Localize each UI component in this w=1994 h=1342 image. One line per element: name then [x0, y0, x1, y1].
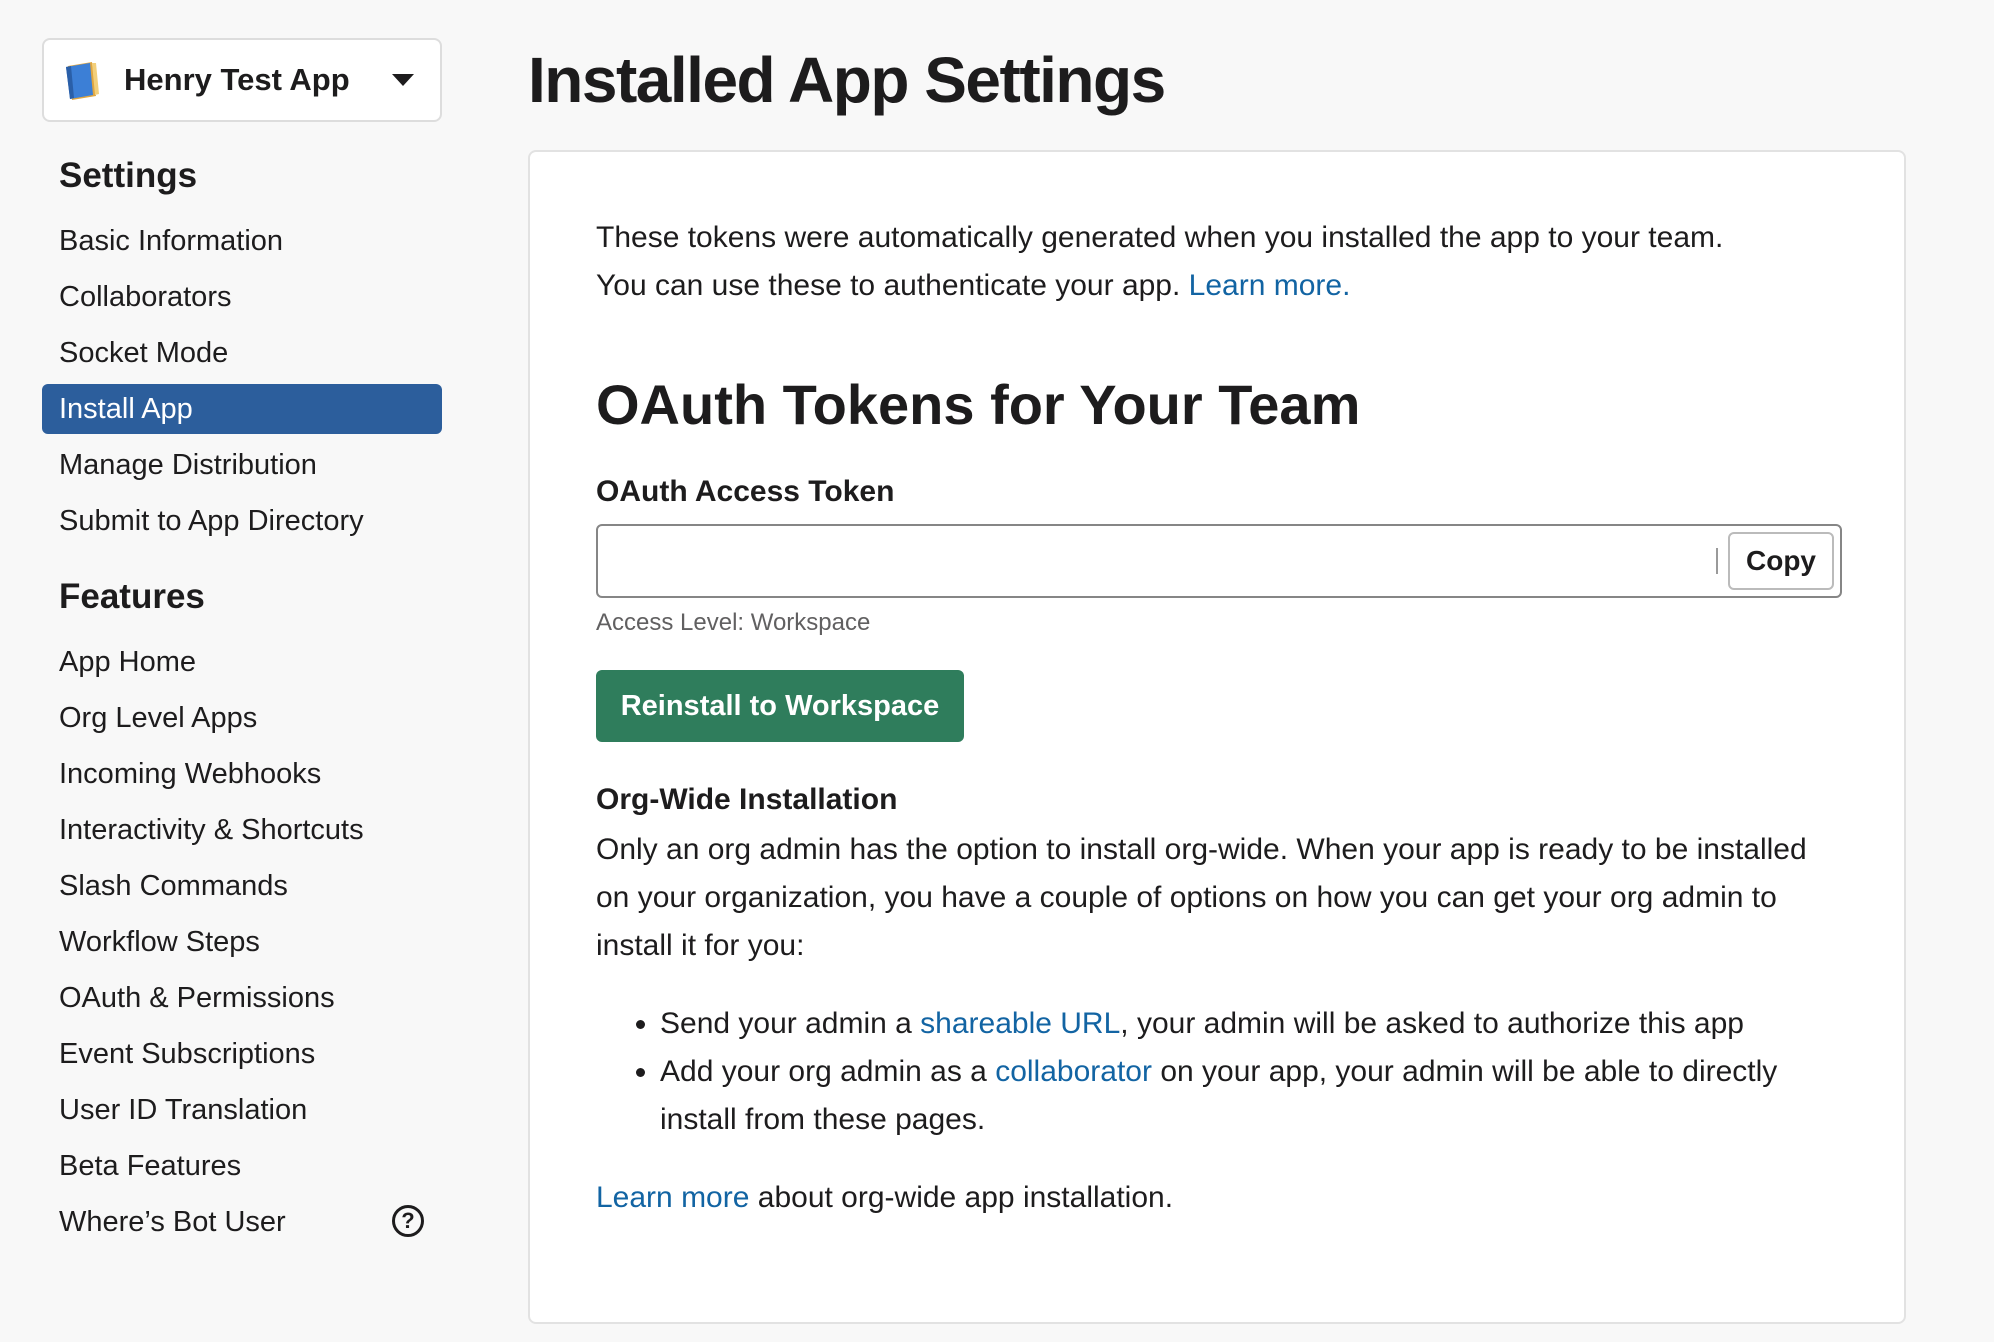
- org-wide-installation-heading: Org-Wide Installation: [596, 783, 898, 816]
- org-wide-learn-more-link[interactable]: Learn more: [596, 1181, 749, 1214]
- sidebar: Henry Test App Settings Basic Informatio…: [42, 38, 442, 1253]
- bullet-2-text-start: Add your org admin as a: [660, 1055, 987, 1088]
- sidebar-item-beta-features[interactable]: Beta Features: [42, 1141, 442, 1191]
- sidebar-item-basic-information[interactable]: Basic Information: [42, 216, 442, 266]
- app-name: Henry Test App: [124, 62, 350, 97]
- sidebar-item-incoming-webhooks[interactable]: Incoming Webhooks: [42, 749, 442, 799]
- org-wide-learn-more-suffix: about org-wide app installation.: [757, 1181, 1174, 1214]
- bullet-1-text-start: Send your admin a: [660, 1007, 912, 1040]
- app-switcher-dropdown[interactable]: Henry Test App: [42, 38, 442, 122]
- collaborator-link[interactable]: collaborator: [995, 1055, 1152, 1088]
- reinstall-to-workspace-button[interactable]: Reinstall to Workspace: [596, 670, 964, 742]
- sidebar-item-workflow-steps[interactable]: Workflow Steps: [42, 917, 442, 967]
- sidebar-item-wheres-bot-user[interactable]: Where’s Bot User ?: [42, 1197, 442, 1247]
- sidebar-item-manage-distribution[interactable]: Manage Distribution: [42, 440, 442, 490]
- learn-more-link[interactable]: Learn more.: [1189, 269, 1351, 302]
- sidebar-item-app-home[interactable]: App Home: [42, 637, 442, 687]
- oauth-access-token-label: OAuth Access Token: [596, 475, 895, 508]
- help-circle-icon[interactable]: ?: [392, 1205, 424, 1237]
- sidebar-item-install-app[interactable]: Install App: [42, 384, 442, 434]
- features-nav-list: App Home Org Level Apps Incoming Webhook…: [42, 637, 442, 1247]
- intro-text: These tokens were automatically generate…: [596, 214, 1840, 310]
- oauth-token-field: Copy: [596, 524, 1842, 598]
- chevron-down-icon: [392, 74, 414, 86]
- sidebar-item-slash-commands[interactable]: Slash Commands: [42, 861, 442, 911]
- org-wide-learn-more-text: Learn more about org-wide app installati…: [596, 1174, 1840, 1222]
- sidebar-item-socket-mode[interactable]: Socket Mode: [42, 328, 442, 378]
- oauth-token-input[interactable]: [598, 526, 1728, 596]
- settings-nav-list: Basic Information Collaborators Socket M…: [42, 216, 442, 546]
- oauth-tokens-heading: OAuth Tokens for Your Team: [596, 373, 1361, 436]
- list-item: Send your admin a shareable URL, your ad…: [660, 1000, 1840, 1048]
- org-wide-installation-description: Only an org admin has the option to inst…: [596, 833, 1807, 962]
- intro-line-1: These tokens were automatically generate…: [596, 221, 1724, 254]
- sidebar-item-interactivity-shortcuts[interactable]: Interactivity & Shortcuts: [42, 805, 442, 855]
- sidebar-item-user-id-translation[interactable]: User ID Translation: [42, 1085, 442, 1135]
- copy-token-button[interactable]: Copy: [1728, 532, 1834, 590]
- page-title: Installed App Settings: [528, 44, 1166, 116]
- book-icon: [66, 62, 99, 100]
- intro-line-2: You can use these to authenticate your a…: [596, 269, 1181, 302]
- sidebar-item-label: Where’s Bot User: [59, 1206, 286, 1238]
- list-item: Add your org admin as a collaborator on …: [660, 1048, 1840, 1144]
- sidebar-item-submit-to-app-directory[interactable]: Submit to App Directory: [42, 496, 442, 546]
- sidebar-item-org-level-apps[interactable]: Org Level Apps: [42, 693, 442, 743]
- installed-app-card: These tokens were automatically generate…: [528, 150, 1906, 1324]
- settings-section-title: Settings: [59, 156, 198, 195]
- shareable-url-link[interactable]: shareable URL: [920, 1007, 1120, 1040]
- sidebar-item-oauth-permissions[interactable]: OAuth & Permissions: [42, 973, 442, 1023]
- org-install-options-list: Send your admin a shareable URL, your ad…: [596, 1000, 1840, 1144]
- sidebar-item-collaborators[interactable]: Collaborators: [42, 272, 442, 322]
- sidebar-item-event-subscriptions[interactable]: Event Subscriptions: [42, 1029, 442, 1079]
- features-section-title: Features: [59, 577, 205, 616]
- bullet-1-text-end: , your admin will be asked to authorize …: [1120, 1007, 1744, 1040]
- access-level-text: Access Level: Workspace: [596, 609, 871, 636]
